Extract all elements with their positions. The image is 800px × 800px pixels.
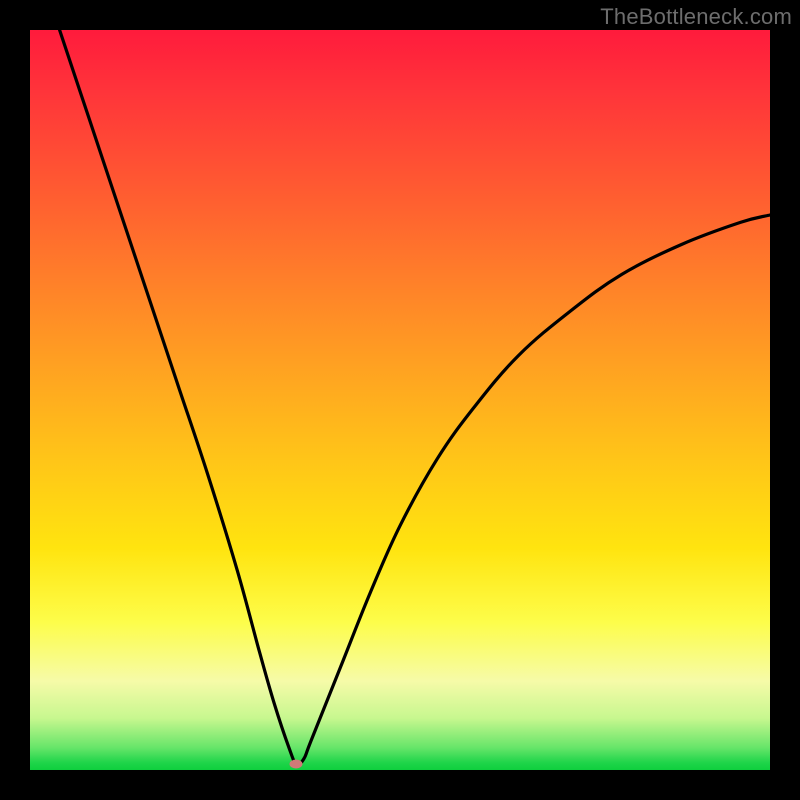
plot-area bbox=[30, 30, 770, 770]
minimum-marker bbox=[290, 760, 303, 769]
bottleneck-curve bbox=[30, 30, 770, 770]
chart-frame: TheBottleneck.com bbox=[0, 0, 800, 800]
watermark-text: TheBottleneck.com bbox=[600, 4, 792, 30]
